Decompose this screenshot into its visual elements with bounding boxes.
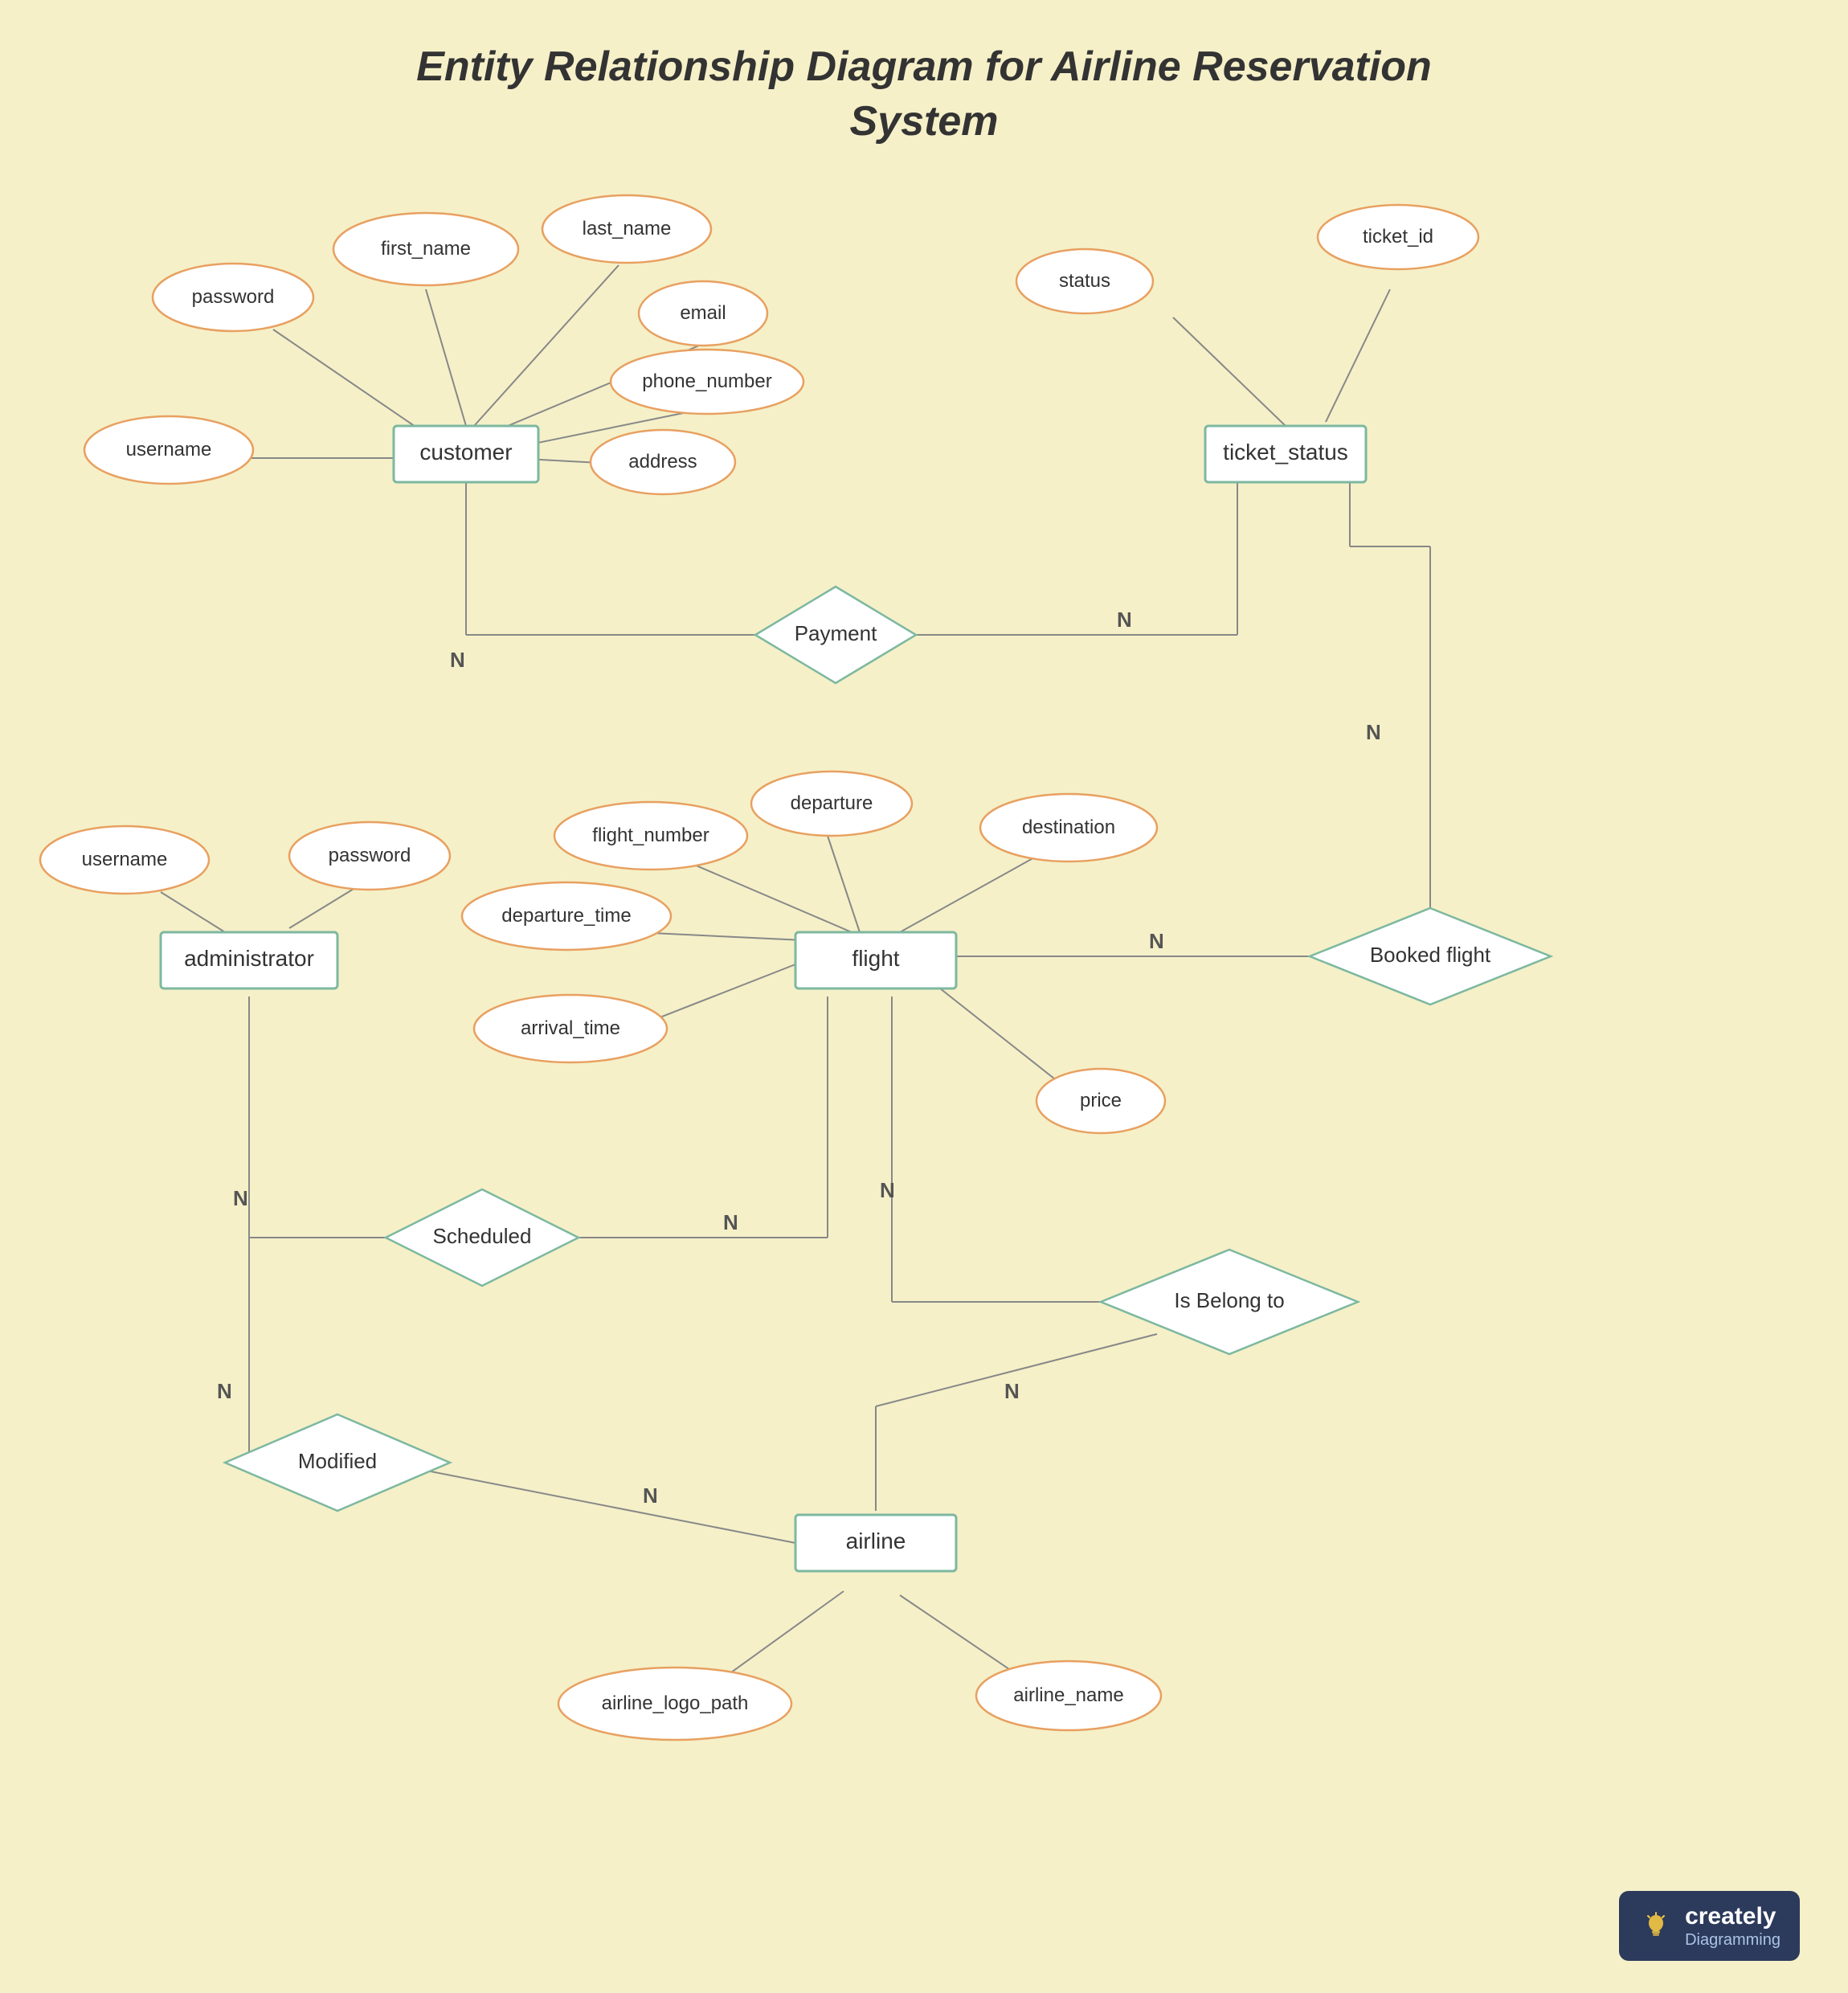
entity-airline: [795, 1515, 956, 1571]
logo-text: creately: [1685, 1902, 1781, 1931]
entity-airline-label: airline: [846, 1529, 906, 1553]
svg-text:N: N: [1366, 720, 1381, 744]
attr-flight-number: [554, 802, 747, 870]
relationship-payment-label: Payment: [795, 621, 877, 645]
attr-last-name-label: last_name: [583, 218, 672, 239]
attr-username-customer-label: username: [126, 439, 212, 460]
bulb-icon: [1638, 1909, 1674, 1944]
attr-destination: [980, 794, 1157, 861]
attr-ticket-id-label: ticket_id: [1363, 226, 1433, 248]
attr-phone: [611, 350, 803, 414]
attr-email: [639, 281, 767, 346]
entity-customer-label: customer: [419, 440, 512, 464]
attr-flight-number-label: flight_number: [592, 825, 709, 846]
relationship-payment: [755, 587, 916, 683]
attr-airline-name-label: airline_name: [1013, 1684, 1123, 1706]
attr-airline-logo-path-label: airline_logo_path: [602, 1692, 749, 1714]
attr-ticket-id: [1318, 205, 1478, 269]
entity-flight-label: flight: [852, 946, 899, 971]
attr-last-name: [542, 195, 711, 263]
attr-phone-label: phone_number: [642, 370, 771, 392]
relationship-booked-flight: [1310, 908, 1551, 1005]
attr-airline-logo-path: [558, 1668, 791, 1740]
attr-airline-name: [976, 1661, 1161, 1730]
attr-destination-label: destination: [1022, 816, 1115, 838]
svg-text:N: N: [233, 1186, 248, 1210]
entity-ticket-status-label: ticket_status: [1223, 440, 1348, 464]
entity-customer: [394, 426, 538, 482]
svg-text:N: N: [643, 1483, 658, 1508]
attr-username-admin-label: username: [82, 849, 168, 870]
attr-username-admin: [40, 826, 209, 894]
svg-text:N: N: [1004, 1379, 1020, 1403]
attr-password-customer-label: password: [192, 286, 275, 308]
relationship-scheduled-label: Scheduled: [433, 1224, 532, 1248]
attr-departure-time: [462, 882, 671, 950]
attr-password-admin: [289, 822, 450, 890]
svg-text:N: N: [450, 648, 465, 672]
entity-administrator-label: administrator: [184, 946, 314, 971]
attr-status: [1016, 249, 1153, 313]
attr-departure: [751, 771, 912, 836]
attr-password-admin-label: password: [329, 845, 411, 866]
attr-email-label: email: [680, 302, 726, 324]
attr-first-name: [333, 213, 518, 285]
attr-departure-label: departure: [791, 792, 873, 814]
logo-subtext: Diagramming: [1685, 1931, 1781, 1950]
attr-address: [591, 430, 735, 494]
logo-area: creately Diagramming: [1619, 1891, 1800, 1961]
attr-username-customer: [84, 416, 253, 484]
svg-text:N: N: [723, 1210, 738, 1234]
attr-first-name-label: first_name: [381, 238, 471, 260]
entity-flight: [795, 932, 956, 988]
attr-arrival-time-label: arrival_time: [521, 1017, 620, 1039]
attr-status-label: status: [1059, 270, 1110, 292]
page-title: Entity Relationship Diagram for Airline …: [0, 0, 1848, 173]
attr-departure-time-label: departure_time: [501, 905, 631, 927]
svg-text:N: N: [1149, 929, 1164, 953]
relationship-booked-flight-label: Booked flight: [1370, 943, 1491, 967]
attr-password-customer: [153, 264, 313, 331]
relationship-is-belong-to-label: Is Belong to: [1174, 1288, 1284, 1312]
attr-arrival-time: [474, 995, 667, 1062]
svg-text:N: N: [217, 1379, 232, 1403]
attr-price-label: price: [1080, 1090, 1122, 1111]
relationship-scheduled: [386, 1189, 579, 1286]
relationship-modified-label: Modified: [298, 1449, 377, 1473]
attr-price: [1036, 1069, 1165, 1133]
relationship-modified: [225, 1414, 450, 1511]
svg-text:N: N: [1117, 608, 1132, 632]
entity-ticket-status: [1205, 426, 1366, 482]
attr-address-label: address: [628, 451, 697, 473]
svg-text:N: N: [880, 1178, 895, 1202]
entity-administrator: [161, 932, 337, 988]
relationship-is-belong-to: [1101, 1250, 1358, 1354]
